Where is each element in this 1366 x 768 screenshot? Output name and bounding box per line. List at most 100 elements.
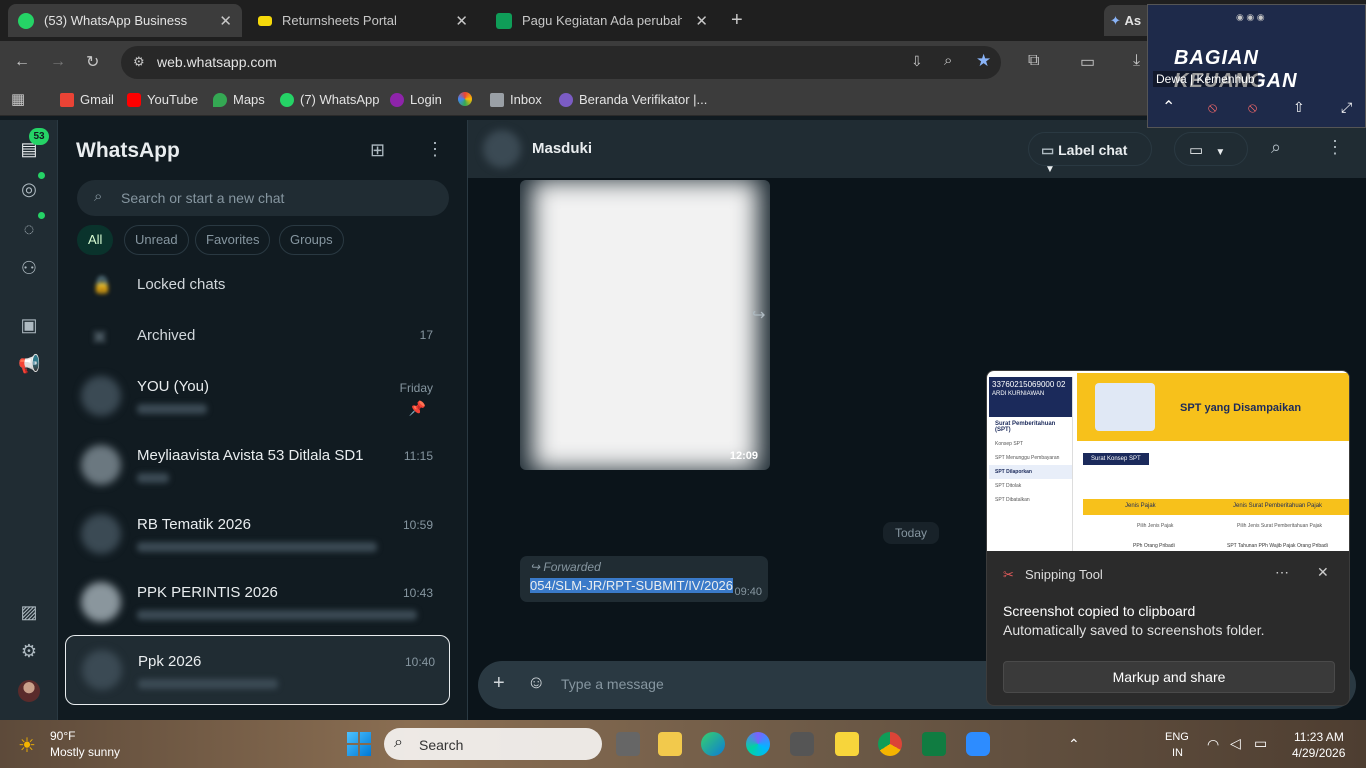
tab-title: (53) WhatsApp Business [44, 13, 188, 28]
search-icon[interactable]: ⌕ [1271, 137, 1281, 158]
camera-off-icon[interactable]: ⦸ [1248, 99, 1257, 116]
taskbar-search[interactable]: ⌕ Search [384, 728, 602, 760]
chat-row-selected[interactable]: Ppk 2026 10:40 [65, 635, 450, 705]
mic-off-icon[interactable]: ⦸ [1208, 99, 1217, 116]
filter-unread[interactable]: Unread [124, 225, 189, 255]
video-call-button[interactable]: ▭ ▼ [1174, 132, 1248, 166]
sidepanel-icon[interactable]: ▭ [1080, 52, 1095, 72]
bookmark-inbox[interactable]: Inbox [490, 92, 542, 107]
forwarded-message[interactable]: ↪ Forwarded 054/SLM-JR/RPT-SUBMIT/IV/202… [520, 556, 768, 602]
attach-plus-icon[interactable]: + [493, 672, 505, 695]
chat-row[interactable]: RB Tematik 2026 10:59 [58, 502, 458, 570]
forward-icon[interactable]: ↪ [752, 305, 765, 325]
site-info-icon[interactable]: ⚙ [133, 54, 145, 70]
bookmark-star-icon[interactable]: ★ [976, 51, 991, 71]
chat-row[interactable]: PPK PERINTIS 2026 10:43 [58, 570, 458, 638]
contact-avatar[interactable] [483, 130, 521, 168]
communities-icon[interactable]: ⚇ [18, 257, 40, 279]
tray-chevron-icon[interactable]: ⌃ [1068, 736, 1080, 753]
tab-returnsheets-portal[interactable]: Returnsheets Portal ✕ [248, 4, 478, 37]
status-icon[interactable]: ◎ [18, 178, 40, 200]
profile-avatar[interactable] [18, 680, 40, 702]
channels-icon[interactable]: ◌ [18, 218, 40, 240]
chat-row[interactable]: Meyliaavista Avista 53 Ditlala SD1 11:15 [58, 433, 458, 501]
catalog-icon[interactable]: ▣ [18, 314, 40, 336]
install-icon[interactable]: ⇩ [911, 53, 923, 70]
reload-icon[interactable]: ↻ [86, 52, 99, 72]
zoom-icon[interactable] [966, 732, 990, 756]
message-text: 054/SLM-JR/RPT-SUBMIT/IV/2026 [530, 578, 734, 593]
contact-name[interactable]: Masduki [532, 140, 592, 157]
search-input[interactable]: ⌕ Search or start a new chat [77, 180, 449, 216]
tab-title: As [1124, 13, 1142, 28]
extensions-icon[interactable]: ⧉ [1028, 52, 1039, 70]
forward-icon[interactable]: → [50, 53, 66, 71]
weather-temp[interactable]: 90°F [50, 729, 75, 743]
wifi-icon[interactable]: ◠ [1207, 736, 1219, 753]
download-icon[interactable]: ⤓ [1133, 52, 1140, 70]
locked-chats-row[interactable]: 🔒 Locked chats [58, 263, 458, 305]
weather-icon[interactable]: ☀ [18, 733, 36, 758]
menu-icon[interactable]: ⋮ [426, 139, 444, 160]
new-chat-icon[interactable]: ⊞ [370, 140, 385, 161]
close-tab-icon[interactable]: ✕ [455, 12, 468, 30]
label-chat-button[interactable]: ▭ Label chat ▼ [1028, 132, 1152, 175]
new-tab-button[interactable]: + [731, 9, 743, 32]
edge-icon[interactable] [701, 732, 725, 756]
volume-icon[interactable]: ◁ [1230, 735, 1241, 752]
tab-whatsapp-business[interactable]: (53) WhatsApp Business ✕ [8, 4, 242, 37]
collapse-icon[interactable]: ⌃ [1162, 97, 1175, 117]
bookmark-photos[interactable] [458, 92, 478, 106]
share-screen-icon[interactable]: ⇧ [1293, 99, 1305, 116]
settings-gear-icon[interactable]: ⚙ [18, 640, 40, 662]
excel-icon[interactable] [922, 732, 946, 756]
bookmark-youtube[interactable]: YouTube [127, 92, 198, 107]
video-call-window[interactable]: ◉ ◉ ◉ BAGIAN KEUANGAN Dewa | Kemenhub ⌃ … [1147, 4, 1366, 128]
media-icon[interactable]: ▨ [18, 601, 40, 623]
sticky-notes-icon[interactable] [835, 732, 859, 756]
bookmark-beranda[interactable]: Beranda Verifikator |... [559, 92, 707, 107]
address-bar[interactable]: ⚙ web.whatsapp.com ⇩ ⌕ ★ [121, 46, 1001, 79]
search-placeholder: Search or start a new chat [121, 190, 285, 206]
message-input[interactable]: Type a message [561, 676, 664, 692]
camera-app-icon[interactable] [790, 732, 814, 756]
close-tab-icon[interactable]: ✕ [219, 12, 232, 30]
ads-icon[interactable]: 📢 [18, 353, 40, 375]
archived-row[interactable]: ▣ Archived 17 [58, 314, 458, 356]
apps-grid-icon[interactable]: ▦ [11, 90, 25, 108]
sheets-icon [496, 12, 512, 29]
copilot-icon[interactable] [746, 732, 770, 756]
close-tab-icon[interactable]: ✕ [695, 12, 708, 30]
chat-row[interactable]: YOU (You) Friday 📌 [58, 364, 458, 432]
chrome-icon[interactable] [878, 732, 902, 756]
image-message[interactable]: 12:09 [520, 180, 770, 470]
file-explorer-icon[interactable] [658, 732, 682, 756]
screenshot-preview[interactable]: 33760215069000 02 ARDI KURNIAWAN Surat P… [987, 371, 1349, 551]
task-view-icon[interactable] [616, 732, 640, 756]
preview-banner: SPT yang Disampaikan [1077, 373, 1349, 441]
snipping-tool-notification[interactable]: 33760215069000 02 ARDI KURNIAWAN Surat P… [986, 370, 1350, 706]
menu-icon[interactable]: ⋮ [1326, 137, 1344, 158]
filter-favorites[interactable]: Favorites [195, 225, 271, 255]
filter-all[interactable]: All [77, 225, 114, 255]
filter-groups[interactable]: Groups [279, 225, 344, 255]
gemini-icon: ✦ [1110, 13, 1121, 28]
lang-secondary[interactable]: IN [1172, 747, 1183, 759]
bookmark-login[interactable]: Login [390, 92, 442, 107]
zoom-icon[interactable]: ⌕ [944, 52, 952, 69]
markup-and-share-button[interactable]: Markup and share [1003, 661, 1335, 693]
expand-icon[interactable]: ⤢ [1341, 99, 1352, 116]
battery-icon[interactable]: ▭ [1254, 735, 1267, 752]
weather-desc[interactable]: Mostly sunny [50, 745, 120, 759]
more-options-icon[interactable]: ⋯ [1275, 564, 1289, 581]
lang-primary[interactable]: ENG [1165, 731, 1189, 743]
clock-date[interactable]: 4/29/2026 [1292, 746, 1345, 760]
clock-time[interactable]: 11:23 AM [1294, 730, 1344, 744]
tab-pagu-kegiatan[interactable]: Pagu Kegiatan Ada perubahan ✕ [486, 4, 718, 37]
back-icon[interactable]: ← [14, 53, 30, 71]
close-icon[interactable]: ✕ [1317, 564, 1329, 581]
bookmark-gmail[interactable]: Gmail [60, 92, 114, 107]
bookmark-maps[interactable]: Maps [213, 92, 265, 107]
emoji-icon[interactable]: ☺ [527, 672, 545, 693]
bookmark-whatsapp[interactable]: (7) WhatsApp [280, 92, 379, 107]
